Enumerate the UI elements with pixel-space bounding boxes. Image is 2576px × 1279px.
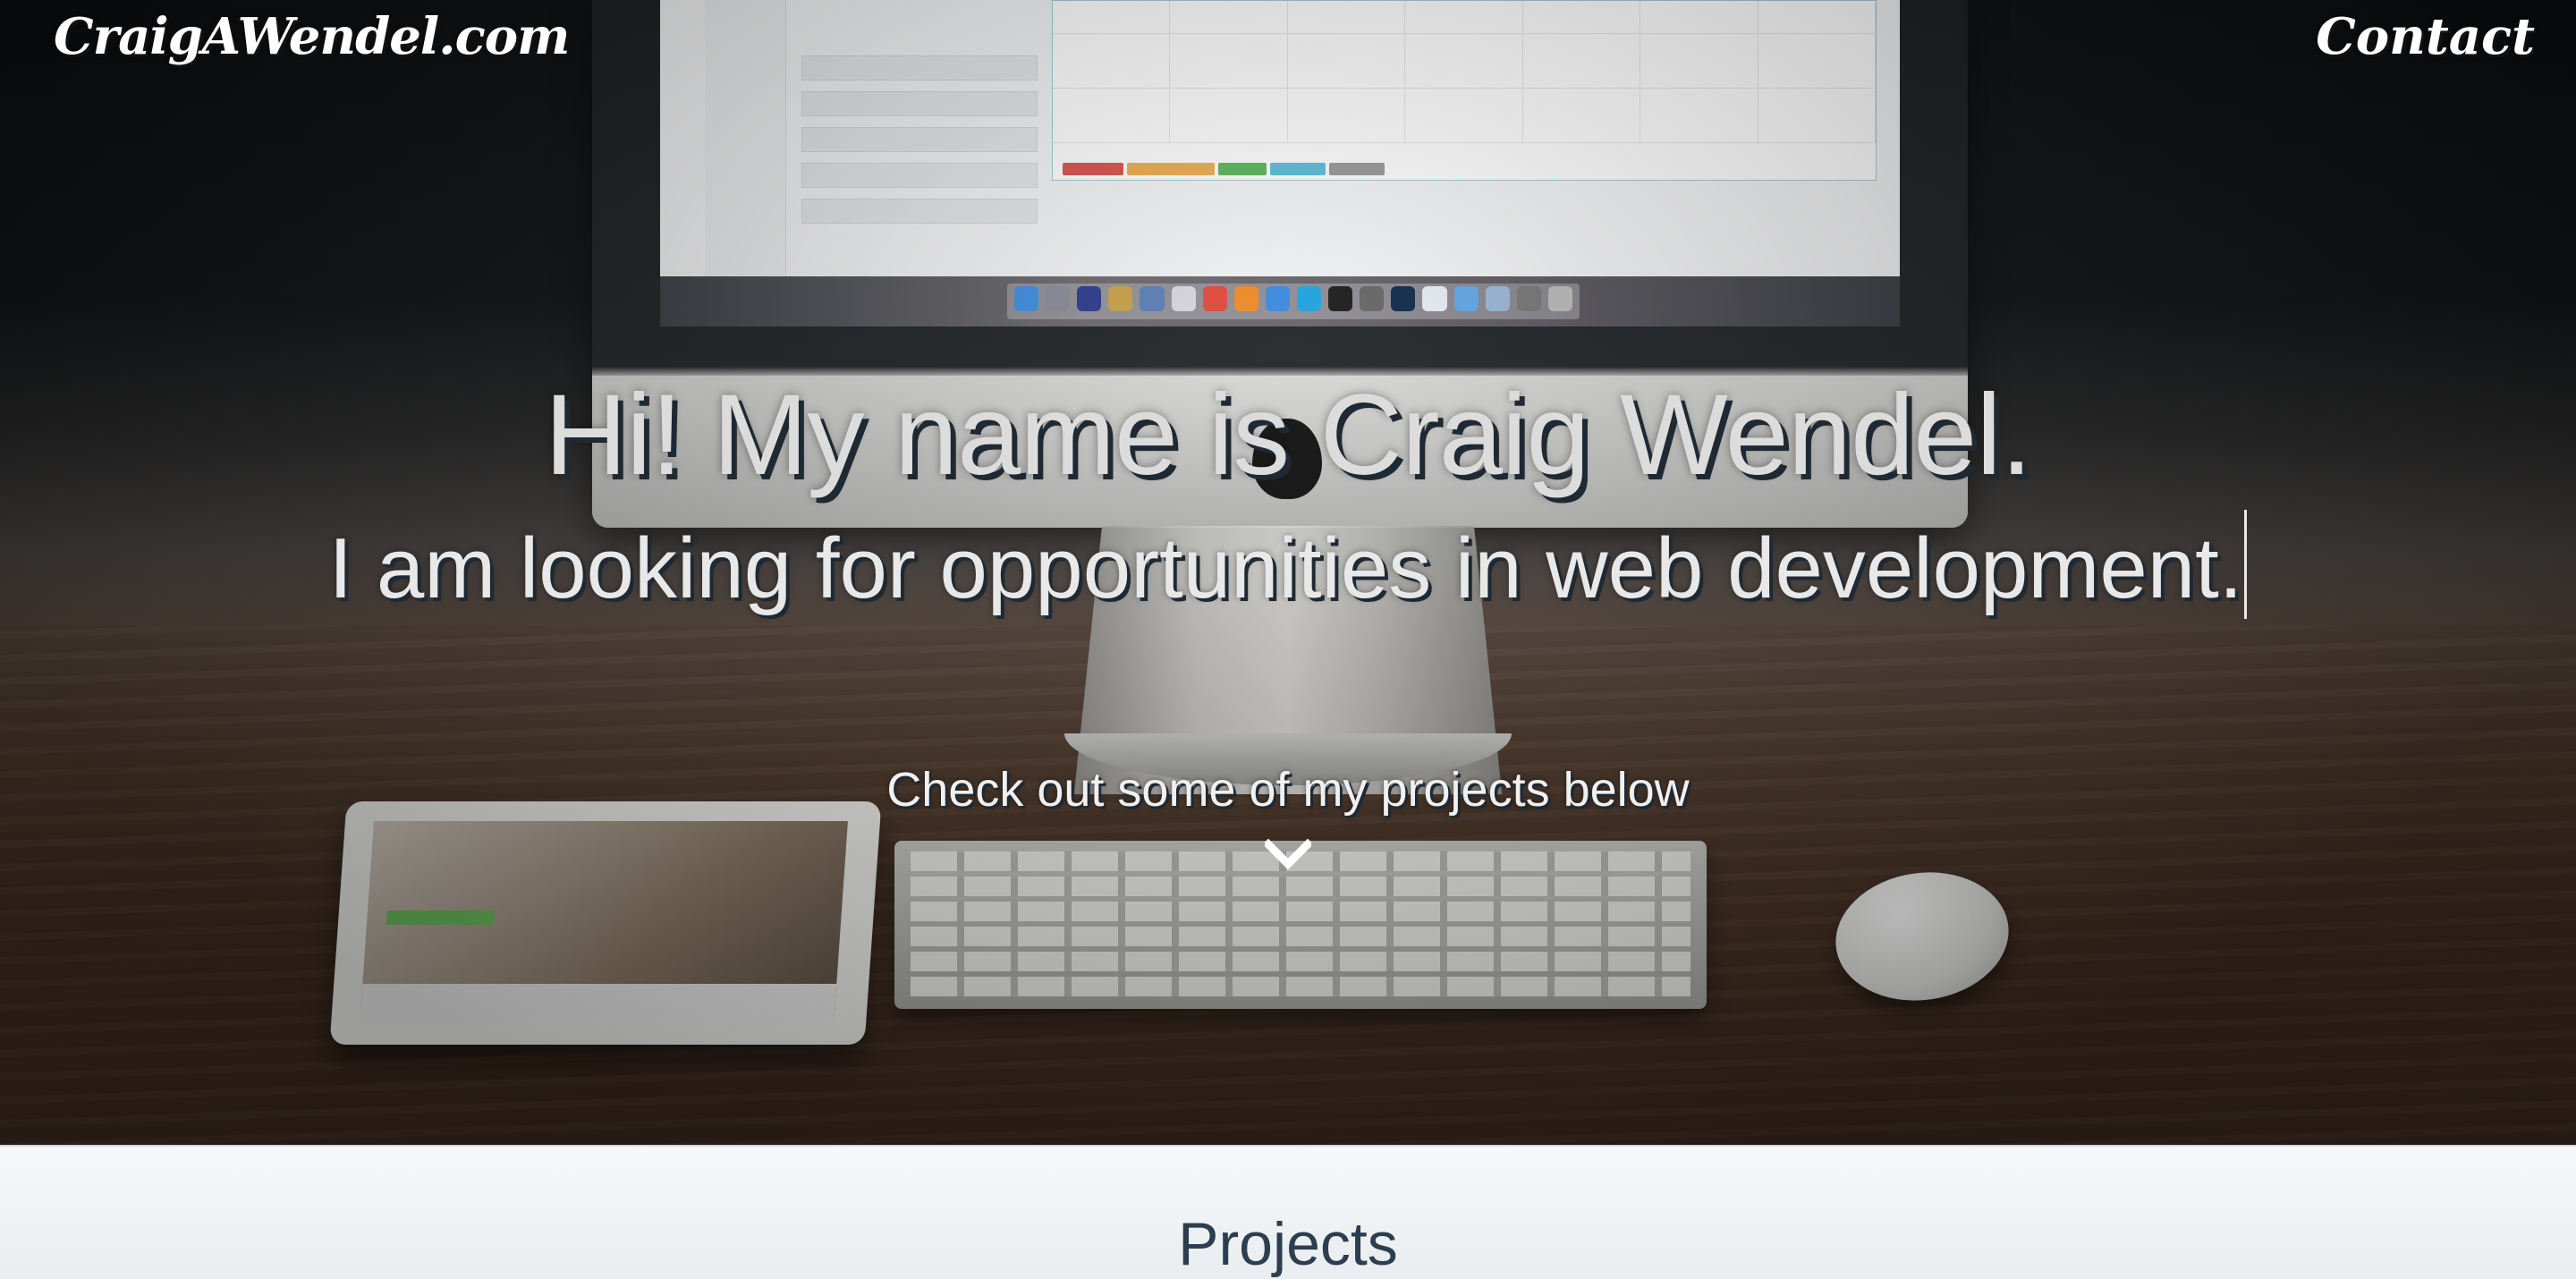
typing-cursor — [2244, 510, 2248, 619]
screen-filters — [785, 0, 1054, 277]
screen-sidebar — [705, 0, 786, 277]
screen-legend — [1063, 163, 1385, 175]
tablet-image — [329, 801, 882, 1045]
brand-link[interactable]: CraigAWendel.com — [54, 7, 570, 66]
screen-calendar — [1052, 0, 1877, 181]
chevron-down-icon[interactable] — [1265, 839, 1311, 871]
hero-subline: I am looking for opportunities in web de… — [328, 521, 2243, 616]
tablet-screen — [360, 821, 848, 1020]
hero-subline-wrapper: I am looking for opportunities in web de… — [0, 510, 2576, 621]
screen-dock — [660, 276, 1900, 326]
projects-cta-text: Check out some of my projects below — [886, 763, 1690, 817]
hero-headline: Hi! My name is Craig Wendel. — [544, 371, 2033, 499]
contact-link[interactable]: Contact — [2316, 7, 2535, 66]
monitor-screen-image — [660, 0, 1900, 326]
projects-section: Projects — [0, 1145, 2576, 1279]
projects-heading: Projects — [1178, 1210, 1398, 1278]
